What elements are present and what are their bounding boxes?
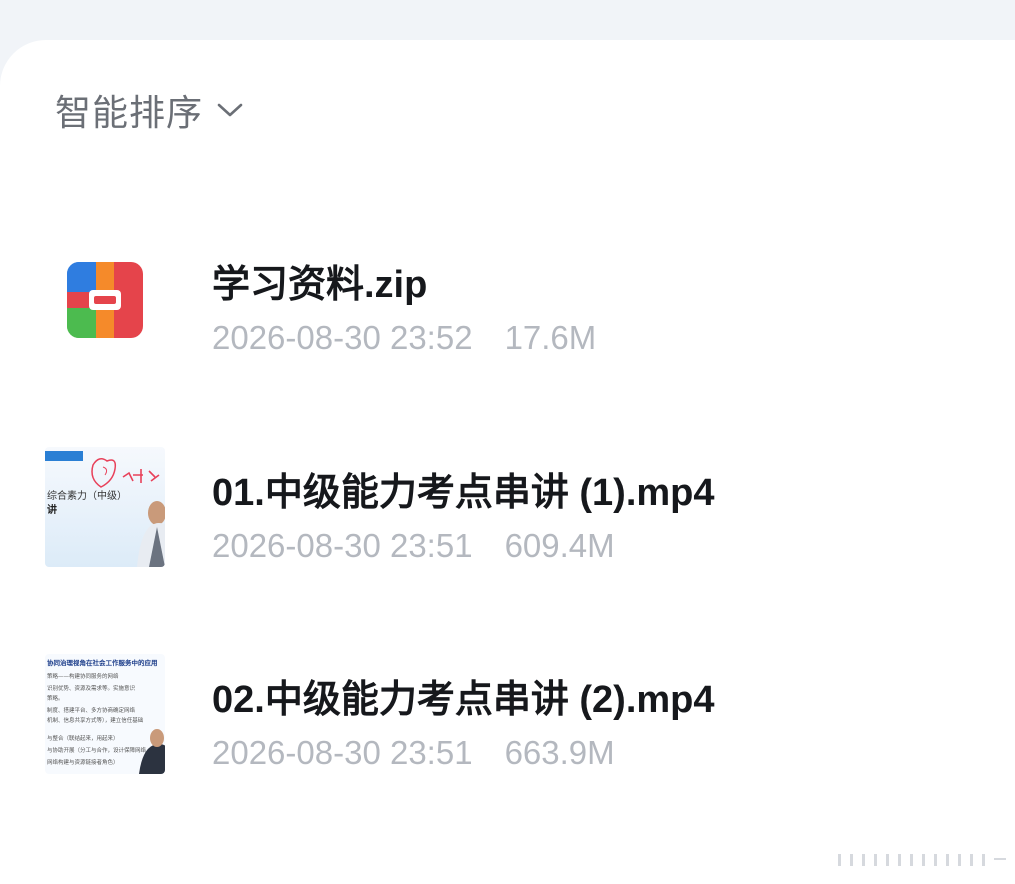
file-date: 2026-08-30 23:51 bbox=[212, 734, 473, 771]
chevron-down-icon bbox=[217, 103, 243, 117]
file-meta: 2026-08-30 23:51 609.4M bbox=[212, 527, 615, 565]
thumb-line: 识别优势、资源及需求等。实施意识 bbox=[47, 684, 136, 692]
thumb-line: 制度、搭建平台、多方协商确定网络 bbox=[47, 706, 136, 714]
file-row[interactable]: 综合素力（中级） 讲 01.中级能力考点串讲 (1).mp4 2026-08-3… bbox=[0, 433, 1015, 583]
scroll-handle[interactable] bbox=[838, 852, 1008, 868]
video-thumbnail: 综合素力（中级） 讲 bbox=[45, 447, 165, 567]
file-size: 609.4M bbox=[504, 527, 615, 564]
thumb-line: 与整合（联结起来，用起来） bbox=[47, 734, 119, 742]
thumb-line: 与协助开展（分工与合作，设计保障网络 bbox=[47, 746, 147, 754]
thumb-line: 策略。 bbox=[47, 694, 64, 702]
thumb-line: 策略——构建协同服务的网络 bbox=[47, 672, 119, 680]
file-name: 学习资料.zip bbox=[212, 264, 428, 306]
thumb-line: 机制、信息共享方式等），建立信任基础 bbox=[47, 716, 144, 724]
file-size: 17.6M bbox=[504, 319, 597, 356]
file-date: 2026-08-30 23:51 bbox=[212, 527, 473, 564]
file-row[interactable]: 协同治理视角在社会工作服务中的应用 策略——构建协同服务的网络 识别优势、资源及… bbox=[0, 640, 1015, 790]
file-meta: 2026-08-30 23:52 17.6M bbox=[212, 319, 596, 357]
file-date: 2026-08-30 23:52 bbox=[212, 319, 473, 356]
thumb-text-1: 综合素力（中级） bbox=[47, 489, 127, 502]
thumb-text-2: 讲 bbox=[47, 503, 57, 516]
thumb-title: 协同治理视角在社会工作服务中的应用 bbox=[47, 658, 158, 667]
file-size: 663.9M bbox=[504, 734, 615, 771]
video-thumbnail: 协同治理视角在社会工作服务中的应用 策略——构建协同服务的网络 识别优势、资源及… bbox=[45, 654, 165, 774]
file-row[interactable]: 学习资料.zip 2026-08-30 23:52 17.6M bbox=[0, 225, 1015, 375]
file-name: 02.中级能力考点串讲 (2).mp4 bbox=[212, 679, 715, 721]
sort-dropdown[interactable]: 智能排序 bbox=[55, 88, 243, 133]
file-name: 01.中级能力考点串讲 (1).mp4 bbox=[212, 472, 715, 514]
file-meta: 2026-08-30 23:51 663.9M bbox=[212, 734, 615, 772]
zip-archive-icon bbox=[67, 262, 143, 338]
thumb-line: 网络构建与资源链接者角色） bbox=[47, 758, 119, 766]
sort-label: 智能排序 bbox=[55, 92, 204, 133]
